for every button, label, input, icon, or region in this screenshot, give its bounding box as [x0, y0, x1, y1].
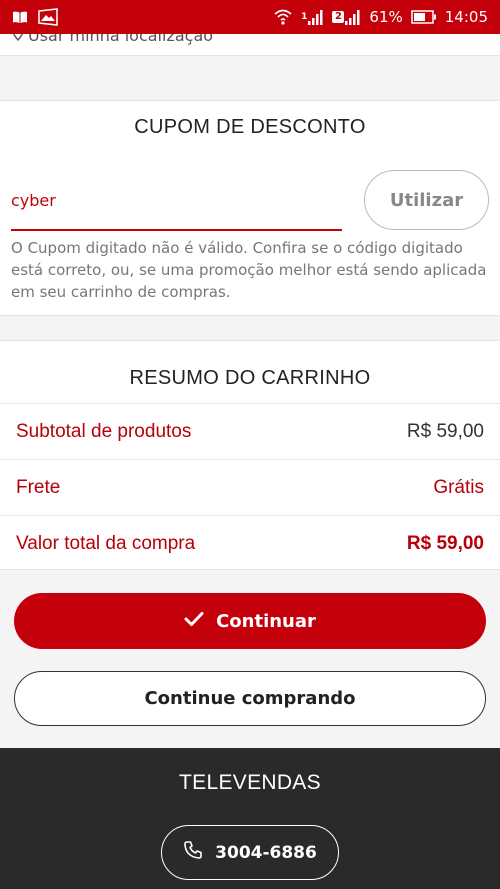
coupon-section: CUPOM DE DESCONTO cyber Utilizar O Cupom…	[0, 100, 500, 316]
status-bar: 1 2 61% 14:05	[0, 0, 500, 34]
call-phone-button[interactable]: 3004-6886	[161, 825, 339, 880]
use-location-link[interactable]: Usar minha localização	[12, 34, 213, 45]
battery-icon	[411, 10, 437, 24]
cart-summary-table: Subtotal de produtos R$ 59,00 Frete Grát…	[0, 403, 500, 571]
apply-coupon-button[interactable]: Utilizar	[364, 170, 489, 230]
wifi-icon	[273, 9, 293, 25]
gallery-icon	[38, 8, 58, 26]
summary-row-total: Valor total da compra R$ 59,00	[0, 515, 500, 571]
subtotal-value: R$ 59,00	[406, 420, 484, 442]
shipping-value: Grátis	[433, 476, 484, 498]
coupon-error-message: O Cupom digitado não é válido. Confira s…	[11, 239, 487, 301]
televendas-footer: TELEVENDAS 3004-6886	[0, 748, 500, 889]
clock: 14:05	[444, 8, 488, 26]
phone-icon	[183, 840, 203, 865]
shipping-label: Frete	[16, 476, 61, 498]
phone-number: 3004-6886	[215, 842, 317, 863]
continue-shopping-button[interactable]: Continue comprando	[14, 671, 486, 726]
battery-percent: 61%	[369, 8, 403, 26]
coupon-input[interactable]: cyber	[11, 185, 342, 231]
signal-2-icon: 2	[332, 9, 361, 25]
cart-summary-section: RESUMO DO CARRINHO Subtotal de produtos …	[0, 340, 500, 570]
continue-label: Continuar	[216, 610, 316, 632]
use-location-label: Usar minha localização	[28, 34, 214, 45]
total-value: R$ 59,00	[406, 532, 484, 554]
signal-1-icon: 1	[301, 9, 324, 25]
televendas-title: TELEVENDAS	[179, 771, 321, 794]
summary-row-subtotal: Subtotal de produtos R$ 59,00	[0, 403, 500, 459]
total-label: Valor total da compra	[16, 532, 196, 554]
summary-row-shipping: Frete Grátis	[0, 459, 500, 515]
subtotal-label: Subtotal de produtos	[16, 420, 192, 442]
location-strip[interactable]: Usar minha localização	[0, 34, 500, 56]
cart-summary-title: RESUMO DO CARRINHO	[129, 367, 371, 389]
coupon-title: CUPOM DE DESCONTO	[134, 116, 366, 138]
book-icon	[12, 10, 28, 24]
checkmark-icon	[184, 611, 204, 632]
continue-button[interactable]: Continuar	[14, 593, 486, 649]
location-pin-icon	[12, 34, 24, 45]
